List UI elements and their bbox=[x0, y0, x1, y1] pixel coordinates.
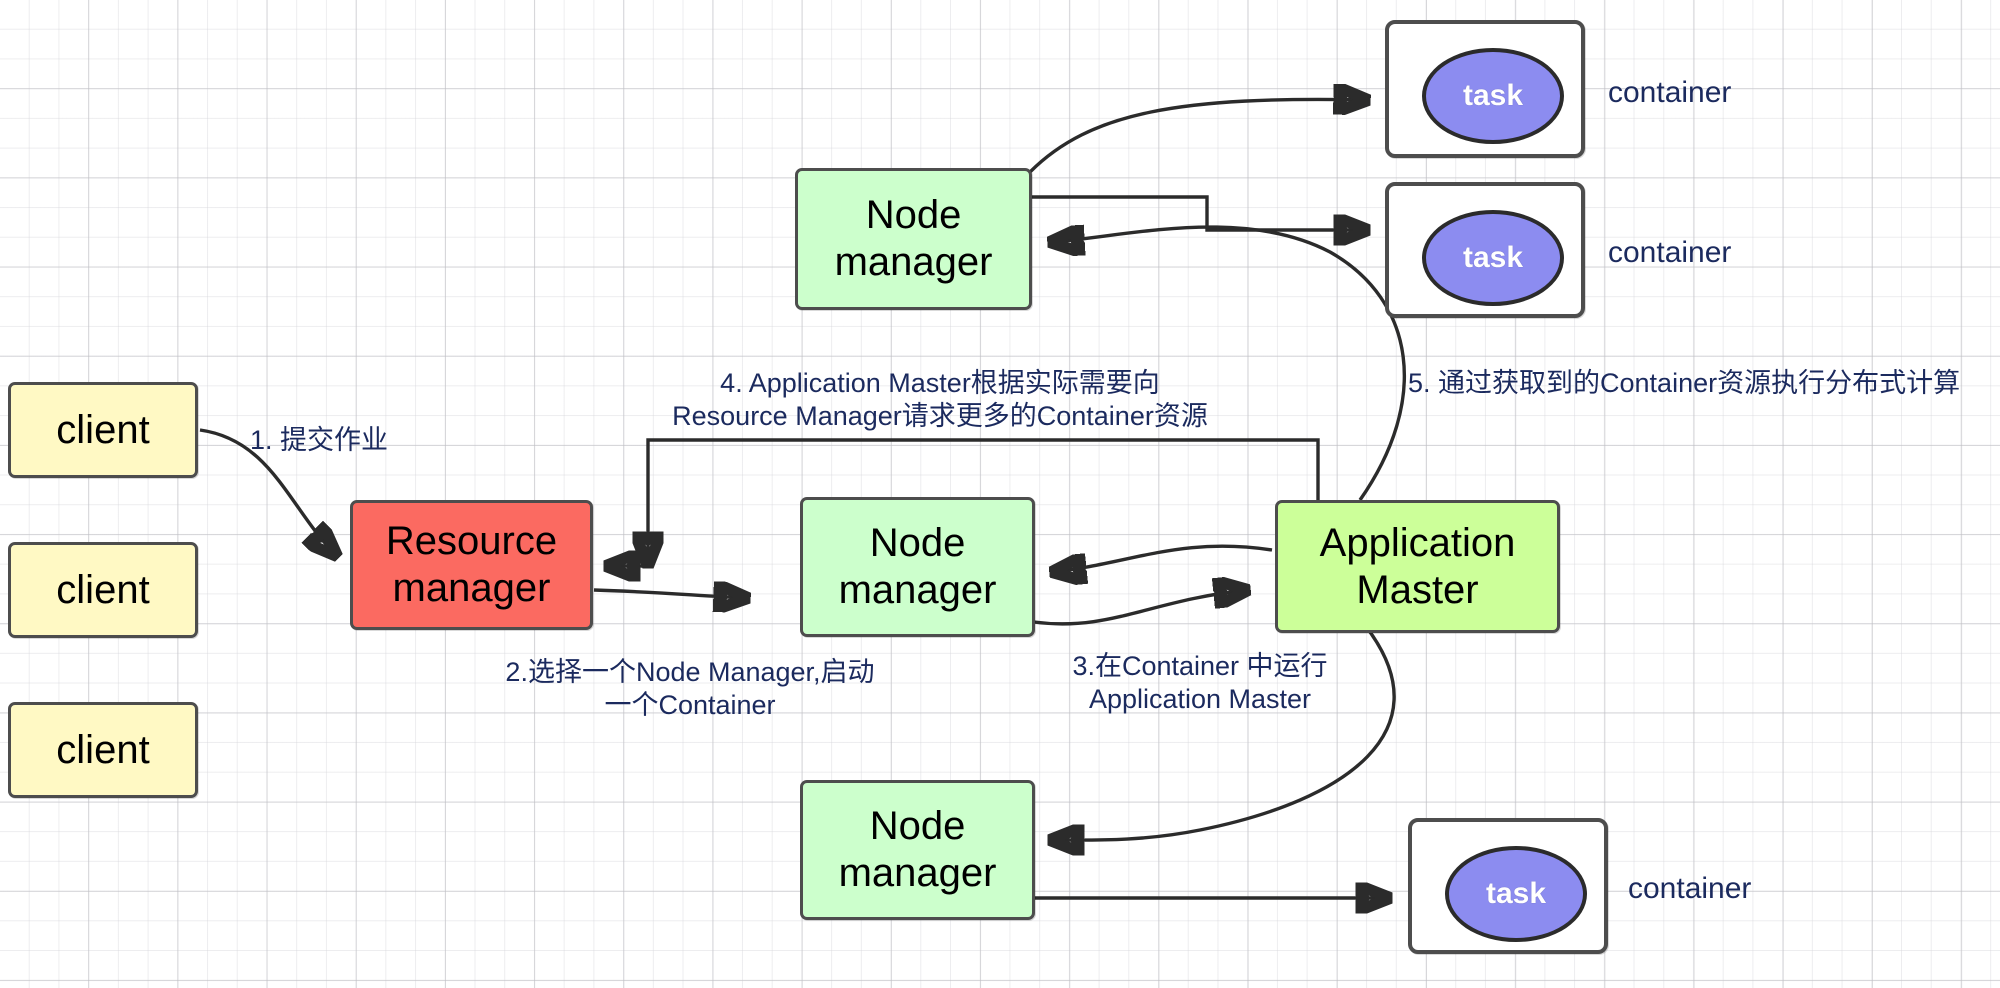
edge-label-step-4: 4. Application Master根据实际需要向 Resource Ma… bbox=[672, 368, 1208, 431]
application-master-box[interactable]: Application Master bbox=[1275, 500, 1560, 633]
edge-node-manager-top-to-container-1 bbox=[1028, 99, 1368, 174]
client-box-3[interactable]: client bbox=[8, 702, 198, 798]
task-label-1: task bbox=[1462, 79, 1524, 113]
resource-manager-box[interactable]: Resource manager bbox=[350, 500, 593, 630]
client-box-2[interactable]: client bbox=[8, 542, 198, 638]
container-box-1[interactable]: task bbox=[1385, 20, 1585, 158]
node-manager-box-bottom[interactable]: Node manager bbox=[800, 780, 1035, 920]
container-box-2[interactable]: task bbox=[1385, 182, 1585, 318]
client-box-1[interactable]: client bbox=[8, 382, 198, 478]
edge-label-step-5: 5. 通过获取到的Container资源执行分布式计算 bbox=[1408, 368, 1961, 398]
edge-application-master-to-node-manager-top bbox=[1050, 227, 1406, 501]
node-manager-label-middle: Node manager bbox=[838, 521, 997, 612]
edge-node-manager-top-to-container-2 bbox=[1032, 195, 1368, 230]
resource-manager-label: Resource manager bbox=[385, 519, 558, 610]
task-ellipse-3[interactable]: task bbox=[1445, 846, 1587, 942]
edge-application-master-to-node-manager bbox=[1052, 544, 1273, 572]
edge-node-manager-to-application-master bbox=[1033, 590, 1248, 626]
node-manager-box-top[interactable]: Node manager bbox=[795, 168, 1032, 310]
edge-label-step-2: 2.选择一个Node Manager,启动 一个Container bbox=[505, 657, 875, 720]
task-label-3: task bbox=[1485, 877, 1547, 911]
container-caption-1: container bbox=[1608, 76, 1732, 109]
node-manager-label-top: Node manager bbox=[834, 193, 993, 284]
edge-label-step-3: 3.在Container 中运行 Application Master bbox=[1072, 651, 1328, 714]
client-label-1: client bbox=[56, 407, 150, 452]
container-caption-2: container bbox=[1608, 236, 1732, 269]
task-ellipse-1[interactable]: task bbox=[1422, 48, 1564, 144]
edge-label-step-1: 1. 提交作业 bbox=[250, 425, 389, 455]
edge-resource-manager-to-node-manager bbox=[593, 590, 748, 598]
client-label-2: client bbox=[56, 567, 150, 612]
diagram-canvas: client client client Resource manager No… bbox=[0, 0, 2000, 988]
node-manager-label-bottom: Node manager bbox=[838, 804, 997, 895]
client-label-3: client bbox=[56, 727, 150, 772]
node-manager-box-middle[interactable]: Node manager bbox=[800, 497, 1035, 637]
application-master-label: Application Master bbox=[1319, 520, 1516, 612]
container-caption-3: container bbox=[1628, 872, 1752, 905]
task-ellipse-2[interactable]: task bbox=[1422, 210, 1564, 306]
task-label-2: task bbox=[1462, 241, 1524, 275]
container-box-3[interactable]: task bbox=[1408, 818, 1608, 954]
